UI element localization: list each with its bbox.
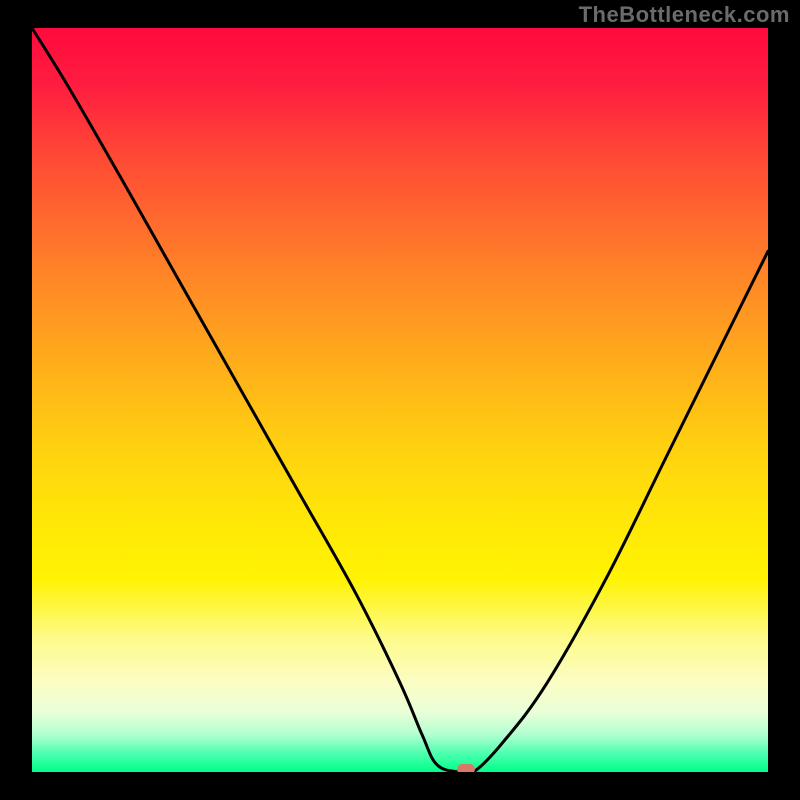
plot-area [32,28,768,772]
chart-frame: TheBottleneck.com [0,0,800,800]
watermark-label: TheBottleneck.com [579,2,790,28]
optimal-marker [457,764,475,772]
bottleneck-curve [32,28,768,772]
